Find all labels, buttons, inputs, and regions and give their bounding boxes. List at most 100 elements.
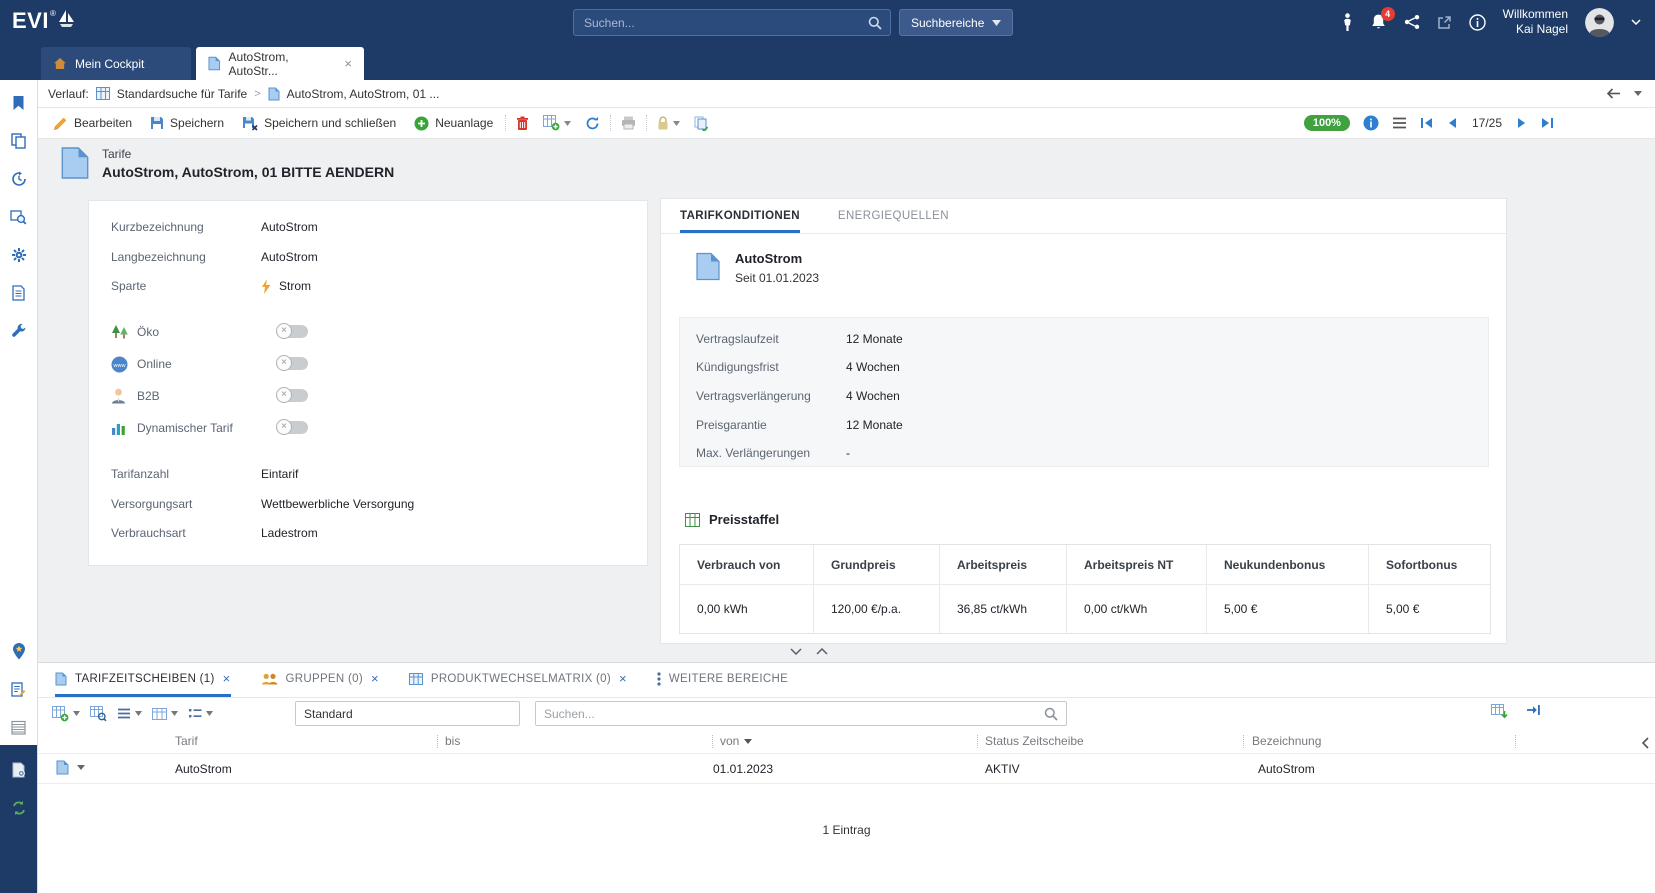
history-button[interactable] xyxy=(0,160,37,198)
menu-icon[interactable] xyxy=(1392,117,1407,129)
record-title: AutoStrom, AutoStrom, 01 BITTE AENDERN xyxy=(102,164,394,180)
dropdown-caret-icon[interactable] xyxy=(206,711,213,716)
b2b-toggle[interactable]: × xyxy=(278,389,308,402)
document-settings-button[interactable] xyxy=(0,751,37,789)
lock-button[interactable] xyxy=(650,108,687,139)
sparte-value: Strom xyxy=(279,279,311,293)
tab-energiequellen[interactable]: ENERGIEQUELLEN xyxy=(838,199,949,233)
dropdown-caret-icon[interactable] xyxy=(73,711,80,716)
record-info-icon[interactable] xyxy=(1363,115,1379,131)
help-button[interactable] xyxy=(1469,14,1486,31)
tab-produktwechselmatrix[interactable]: PRODUKTWECHSELMATRIX (0) × xyxy=(409,663,627,697)
print-button[interactable] xyxy=(614,108,643,139)
calendar-button[interactable] xyxy=(0,708,37,746)
first-record-icon[interactable] xyxy=(1420,117,1433,129)
user-menu-toggle[interactable] xyxy=(1631,19,1641,25)
user-menu[interactable]: Willkommen Kai Nagel xyxy=(1503,7,1568,37)
breadcrumb-item-search[interactable]: Standardsuche für Tarife xyxy=(117,87,248,101)
tab-record[interactable]: AutoStrom, AutoStr... × xyxy=(196,47,364,80)
locations-button[interactable] xyxy=(0,632,37,670)
price-cell: 5,00 € xyxy=(1207,585,1369,633)
tools-button[interactable] xyxy=(0,312,37,350)
collapse-down-icon[interactable] xyxy=(788,646,804,657)
table-export-icon[interactable] xyxy=(1491,704,1508,720)
tab-label: AutoStrom, AutoStr... xyxy=(229,50,337,78)
tab-tarifkonditionen[interactable]: TARIFKONDITIONEN xyxy=(680,199,800,233)
app-logo[interactable]: EVI ® xyxy=(12,8,75,34)
column-header-von[interactable]: von xyxy=(720,734,752,748)
share-icon xyxy=(1404,14,1420,30)
related-tab-bar: TARIFZEITSCHEIBEN (1) × GRUPPEN (0) × PR… xyxy=(38,663,1655,698)
price-table-row[interactable]: 0,00 kWh 120,00 €/p.a. 36,85 ct/kWh 0,00… xyxy=(680,585,1490,633)
search-icon[interactable] xyxy=(868,16,882,30)
tab-tarifzeitscheiben[interactable]: TARIFZEITSCHEIBEN (1) × xyxy=(55,663,231,697)
expand-up-icon[interactable] xyxy=(814,646,830,657)
field-versorgungsart: Versorgungsart Wettbewerbliche Versorgun… xyxy=(111,494,631,514)
list-search-button[interactable] xyxy=(90,706,107,722)
grid-row-autostrom[interactable]: AutoStrom 01.01.2023 AKTIV AutoStrom xyxy=(38,754,1655,784)
close-tab-icon[interactable]: × xyxy=(223,671,231,686)
search-icon[interactable] xyxy=(1044,707,1058,721)
detail-view-button[interactable] xyxy=(188,708,213,719)
view-name-input[interactable] xyxy=(295,701,520,726)
notifications-button[interactable]: 4 xyxy=(1370,13,1387,31)
new-record-button[interactable]: Neuanlage xyxy=(405,108,502,139)
bookmarks-button[interactable] xyxy=(0,84,37,122)
tab-mein-cockpit[interactable]: Mein Cockpit xyxy=(41,47,191,80)
search-areas-button[interactable]: Suchbereiche xyxy=(899,9,1013,36)
dropdown-caret-icon[interactable] xyxy=(171,711,178,716)
tab-weitere-bereiche[interactable]: WEITERE BEREICHE xyxy=(657,663,788,697)
settings-button[interactable] xyxy=(0,236,37,274)
documents-button[interactable] xyxy=(0,274,37,312)
sync-button[interactable] xyxy=(0,789,37,827)
column-header-status[interactable]: Status Zeitscheibe xyxy=(985,734,1084,748)
list-search-input[interactable] xyxy=(536,702,1044,725)
presence-button[interactable] xyxy=(1342,13,1353,32)
record-content-area: Tarife AutoStrom, AutoStrom, 01 BITTE AE… xyxy=(38,139,1655,662)
column-header-bezeichnung[interactable]: Bezeichnung xyxy=(1252,734,1321,748)
row-menu-caret-icon[interactable] xyxy=(77,765,85,770)
global-search-input[interactable] xyxy=(574,10,868,35)
open-external-button[interactable] xyxy=(1437,15,1452,30)
condition-value: 4 Wochen xyxy=(846,389,900,403)
avatar[interactable] xyxy=(1585,8,1614,37)
share-button[interactable] xyxy=(1404,14,1420,30)
document-icon xyxy=(268,87,280,101)
dropdown-caret-icon[interactable] xyxy=(673,121,680,126)
save-close-button[interactable]: Speichern und schließen xyxy=(233,108,405,139)
breadcrumb-item-record[interactable]: AutoStrom, AutoStrom, 01 ... xyxy=(287,87,440,101)
dynamischer-tarif-toggle[interactable]: × xyxy=(278,421,308,434)
close-tab-icon[interactable]: × xyxy=(371,671,379,686)
oeko-toggle[interactable]: × xyxy=(278,325,308,338)
completeness-badge[interactable]: 100% xyxy=(1304,115,1350,131)
pin-panel-icon[interactable] xyxy=(1526,704,1541,716)
column-header-bis[interactable]: bis xyxy=(445,734,460,748)
history-dropdown-icon[interactable] xyxy=(1634,91,1642,96)
close-tab-icon[interactable]: × xyxy=(344,56,352,71)
online-toggle[interactable]: × xyxy=(278,357,308,370)
last-record-icon[interactable] xyxy=(1541,117,1554,129)
previous-record-icon[interactable] xyxy=(1446,117,1457,129)
delete-button[interactable] xyxy=(509,108,536,139)
copy-records-button[interactable] xyxy=(0,122,37,160)
close-tab-icon[interactable]: × xyxy=(619,671,627,686)
back-arrow-icon[interactable] xyxy=(1606,88,1621,99)
tab-gruppen[interactable]: GRUPPEN (0) × xyxy=(261,663,379,697)
refresh-button[interactable] xyxy=(578,108,607,139)
list-view-button[interactable] xyxy=(117,708,142,719)
edit-button[interactable]: Bearbeiten xyxy=(44,108,141,139)
next-record-icon[interactable] xyxy=(1517,117,1528,129)
column-header-tarif[interactable]: Tarif xyxy=(175,734,198,748)
dropdown-caret-icon[interactable] xyxy=(135,711,142,716)
save-button[interactable]: Speichern xyxy=(141,108,233,139)
dropdown-caret-icon[interactable] xyxy=(564,121,571,126)
table-view-button[interactable] xyxy=(152,708,178,720)
list-add-button[interactable] xyxy=(52,706,80,722)
list-toolbar-right xyxy=(1491,704,1541,720)
advanced-search-button[interactable] xyxy=(0,198,37,236)
sort-desc-icon xyxy=(744,739,752,744)
add-related-button[interactable] xyxy=(536,108,578,139)
notes-button[interactable] xyxy=(0,670,37,708)
duplicate-button[interactable] xyxy=(687,108,716,139)
collapse-right-panel-button[interactable] xyxy=(1642,737,1649,749)
